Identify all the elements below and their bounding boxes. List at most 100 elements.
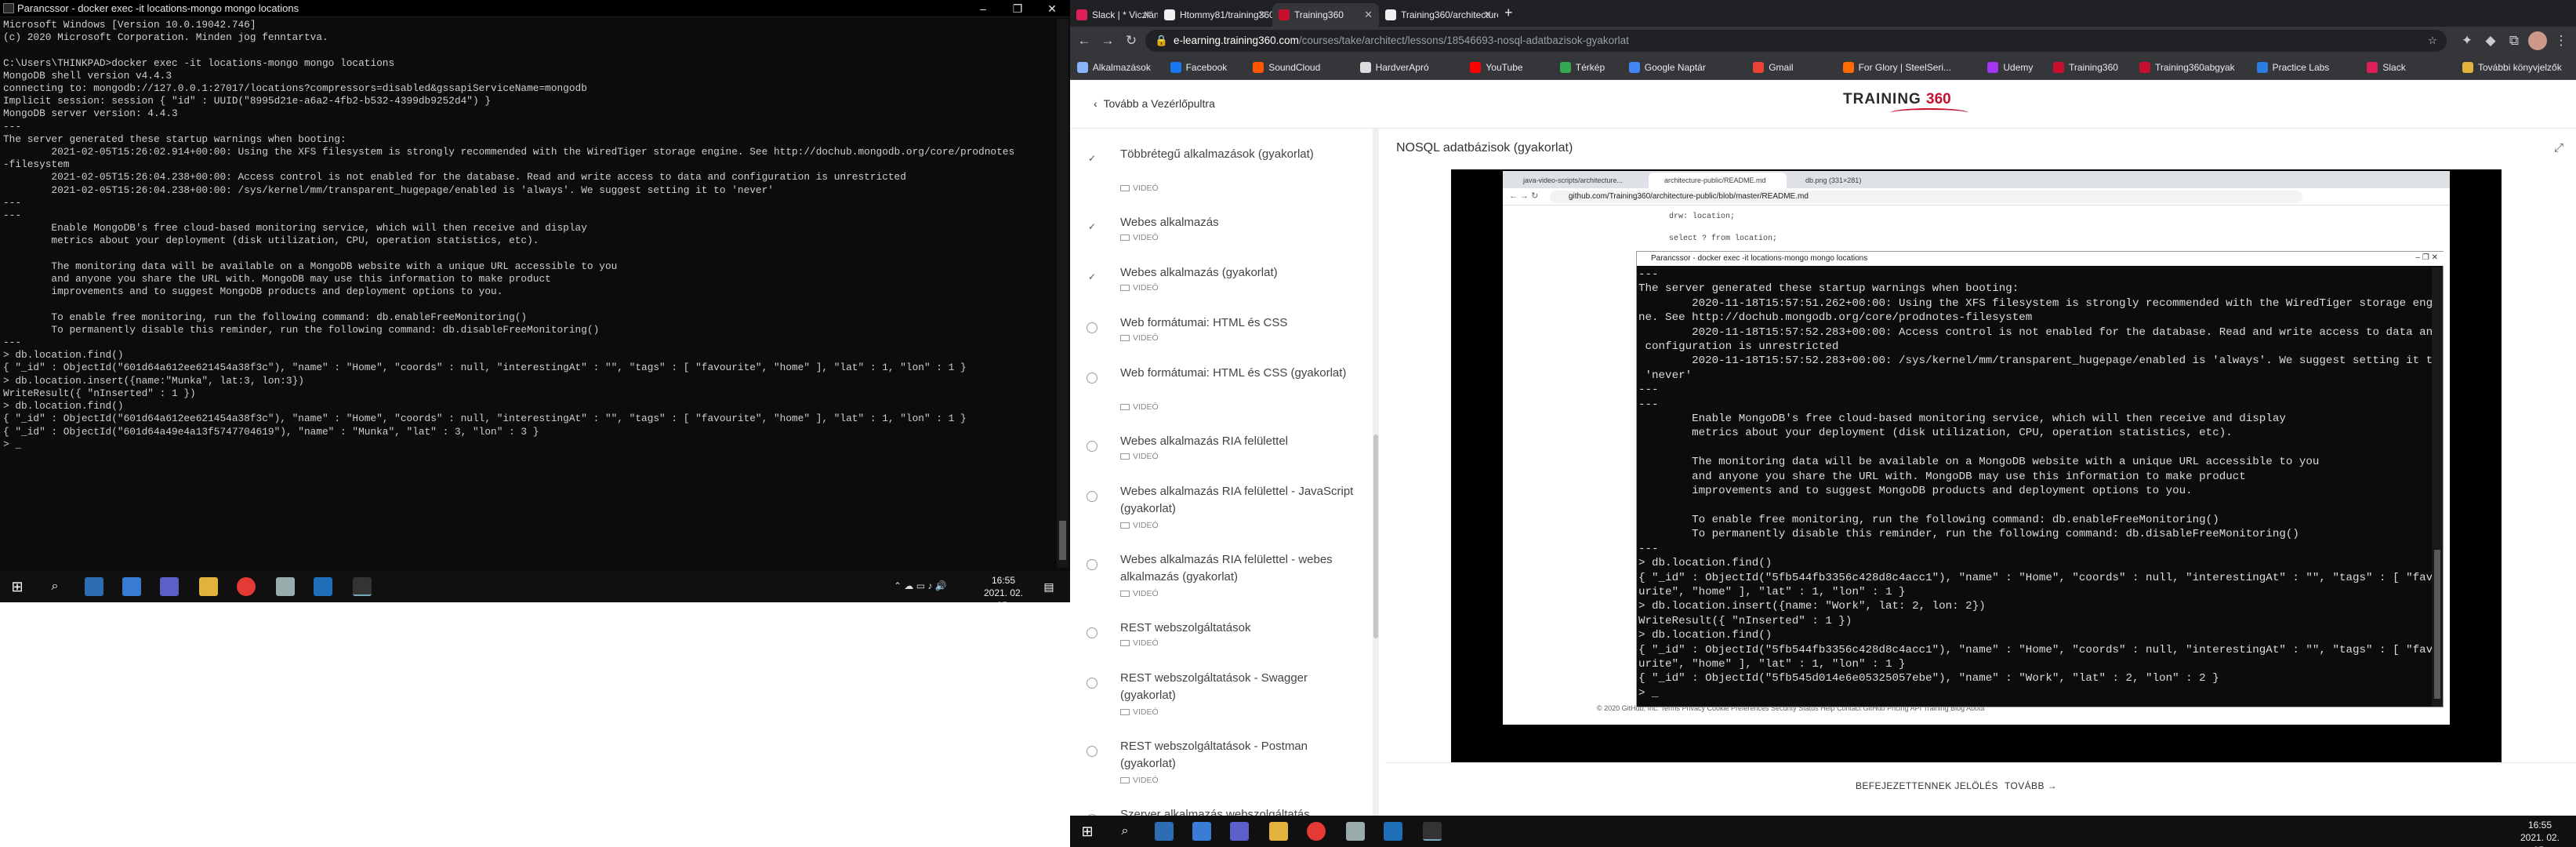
tab-2[interactable]: Training360 ✕ — [1272, 3, 1379, 27]
terminal-taskbar-icon[interactable] — [353, 577, 372, 596]
terminal-line: MongoDB server version: 4.4.3 — [3, 107, 178, 120]
terminal-line: 2021-02-05T15:26:04.238+00:00: Access co… — [3, 171, 906, 184]
avatar[interactable] — [2528, 31, 2547, 50]
lesson-item[interactable]: REST webszolgáltatások - Swagger (gyakor… — [1070, 670, 1373, 738]
close-icon[interactable]: ✕ — [1035, 0, 1069, 17]
bookmark-3[interactable]: HardverApró — [1359, 60, 1429, 75]
bookmark-8[interactable]: For Glory | SteelSeri... — [1842, 60, 1951, 75]
forward-icon[interactable]: → — [1098, 31, 1117, 50]
lesson-item[interactable]: REST webszolgáltatások - Postman (gyakor… — [1070, 738, 1373, 806]
bookmark-9[interactable]: Udemy — [1987, 60, 2033, 75]
bookmark-6[interactable]: Google Naptár — [1628, 60, 1706, 75]
video-terminal-line: improvements and to suggest MongoDB prod… — [1638, 485, 2193, 498]
app-icon-3[interactable] — [1384, 822, 1402, 841]
bookmark-label: Training360 — [2069, 62, 2118, 73]
app-icon-1[interactable] — [85, 577, 103, 596]
chrome-icon[interactable] — [1307, 822, 1326, 841]
search-icon[interactable]: ⌕ — [45, 577, 64, 596]
terminal-titlebar[interactable]: Parancssor - docker exec -it locations-m… — [0, 0, 1070, 17]
fullscreen-icon[interactable]: ⤢ — [2552, 141, 2566, 155]
video-tab: db.png (331×281) — [1805, 176, 1862, 184]
minimize-icon[interactable]: – — [966, 0, 1000, 17]
scroll-thumb[interactable] — [1059, 521, 1066, 560]
teams-icon[interactable] — [1230, 822, 1249, 841]
lesson-list-scrollbar[interactable] — [1373, 129, 1379, 816]
file-explorer-icon[interactable] — [199, 577, 218, 596]
star-icon[interactable]: ☆ — [2428, 30, 2437, 52]
chrome-icon[interactable] — [237, 577, 256, 596]
extension-icon[interactable]: ✦ — [2458, 31, 2476, 50]
terminal-output[interactable]: Microsoft Windows [Version 10.0.19042.74… — [3, 19, 1054, 568]
lesson-item[interactable]: ✓ Többrétegű alkalmazások (gyakorlat) VIDE… — [1070, 146, 1373, 214]
lesson-title: REST webszolgáltatások - Postman (gyakor… — [1120, 740, 1308, 770]
lesson-item[interactable]: REST webszolgáltatások VIDEÓ — [1070, 620, 1373, 670]
bookmark-12[interactable]: Practice Labs — [2256, 60, 2329, 75]
bookmark-5[interactable]: Térkép — [1559, 60, 1605, 75]
new-tab-button[interactable]: + — [1504, 5, 1513, 21]
app-icon-2[interactable] — [1192, 822, 1211, 841]
bookmark-13[interactable]: Slack — [2367, 60, 2406, 75]
lock-icon: 🔒 — [1155, 35, 1168, 46]
scroll-thumb[interactable] — [1373, 434, 1378, 638]
bookmark-2[interactable]: SoundCloud — [1253, 60, 1320, 75]
tab-close-icon[interactable]: ✕ — [1257, 3, 1266, 27]
windows-start-icon[interactable]: ⊞ — [1078, 822, 1097, 841]
settings-icon[interactable] — [1346, 822, 1365, 841]
file-explorer-icon[interactable] — [1269, 822, 1288, 841]
lesson-item[interactable]: Webes alkalmazás RIA felülettel - JavaSc… — [1070, 483, 1373, 551]
tab-1[interactable]: Htommy81/training360-szoftver✕ — [1158, 3, 1272, 27]
next-button[interactable]: TOVÁBB → — [2005, 780, 2057, 791]
lesson-item[interactable]: ✓ Webes alkalmazás (gyakorlat) VIDEÓ — [1070, 264, 1373, 314]
lesson-item[interactable]: Szerver alkalmazás webszolgáltatás — [1070, 806, 1373, 816]
reload-icon[interactable]: ↻ — [1122, 31, 1141, 50]
tab-close-icon[interactable]: ✕ — [1364, 3, 1373, 27]
bookmark-4[interactable]: YouTube — [1470, 60, 1523, 75]
bookmark-icon — [1987, 62, 1999, 73]
terminal-window: Parancssor - docker exec -it locations-m… — [0, 0, 1070, 602]
lesson-item[interactable]: Webes alkalmazás RIA felülettel - webes … — [1070, 551, 1373, 620]
lesson-item[interactable]: Web formátumai: HTML és CSS (gyakorlat) V… — [1070, 365, 1373, 433]
back-icon[interactable]: ← — [1075, 31, 1094, 50]
incomplete-circle-icon — [1087, 491, 1098, 502]
tab-close-icon[interactable]: ✕ — [1483, 3, 1492, 27]
tab-0[interactable]: Slack | * Viczián István | Training✕ — [1070, 3, 1158, 27]
windows-start-icon[interactable]: ⊞ — [8, 577, 27, 596]
address-bar[interactable]: 🔒 e-learning.training360.com/courses/tak… — [1145, 30, 2447, 52]
maximize-icon[interactable]: ❐ — [1000, 0, 1035, 17]
terminal-scrollbar[interactable] — [1057, 19, 1068, 568]
lesson-item[interactable]: Web formátumai: HTML és CSS VIDEÓ — [1070, 314, 1373, 365]
lesson-item[interactable]: Webes alkalmazás RIA felülettel VIDEÓ — [1070, 433, 1373, 483]
incomplete-circle-icon — [1087, 746, 1098, 757]
extension-icon-2[interactable]: ◆ — [2481, 31, 2500, 50]
tray-icons[interactable]: ⌃ ☁ ▭ ♪ 🔊 — [894, 580, 947, 591]
lesson-item[interactable]: ✓ Webes alkalmazás VIDEÓ — [1070, 214, 1373, 264]
bookmark-7[interactable]: Gmail — [1753, 60, 1794, 75]
bookmark-10[interactable]: Training360 — [2053, 60, 2118, 75]
cmd-icon — [3, 3, 14, 13]
search-icon[interactable]: ⌕ — [1116, 822, 1134, 841]
menu-icon[interactable]: ⋮ — [2552, 31, 2571, 50]
video-player[interactable]: java-video-scripts/architecture... archit… — [1451, 169, 2502, 769]
tab-3[interactable]: Training360/architecture-public✕ — [1379, 3, 1498, 27]
extensions-icon[interactable]: ⧉ — [2505, 31, 2523, 50]
clock[interactable]: 16:55 2021. 02. 05. — [2513, 819, 2567, 847]
notification-icon[interactable]: ▤ — [1039, 577, 1058, 596]
bookmark-1[interactable]: Facebook — [1170, 60, 1227, 75]
mark-complete-button[interactable]: BEFEJEZETTENNEK JELÖLÉS — [1856, 780, 1998, 791]
tab-close-icon[interactable]: ✕ — [1143, 3, 1152, 27]
video-icon — [1120, 777, 1130, 784]
settings-icon[interactable] — [276, 577, 295, 596]
bookmark-0[interactable]: Alkalmazások — [1076, 60, 1151, 75]
back-to-dashboard-link[interactable]: ‹ Tovább a Vezérlőpultra — [1094, 97, 1215, 110]
lesson-type: VIDEÓ — [1133, 283, 1159, 293]
teams-icon[interactable] — [160, 577, 179, 596]
terminal-line: Microsoft Windows [Version 10.0.19042.74… — [3, 19, 256, 31]
video-terminal-line: { "_id" : ObjectId("5fb545d014e6e0532505… — [1638, 672, 2219, 685]
app-icon-2[interactable] — [122, 577, 141, 596]
app-icon-1[interactable] — [1155, 822, 1174, 841]
training360-logo[interactable]: TRAINING 360 — [1843, 91, 1968, 116]
app-icon-3[interactable] — [314, 577, 332, 596]
bookmark-11[interactable]: Training360abgyak — [2139, 60, 2235, 75]
terminal-taskbar-icon[interactable] — [1423, 822, 1442, 841]
other-bookmarks[interactable]: További könyvjelzők — [2462, 60, 2562, 75]
